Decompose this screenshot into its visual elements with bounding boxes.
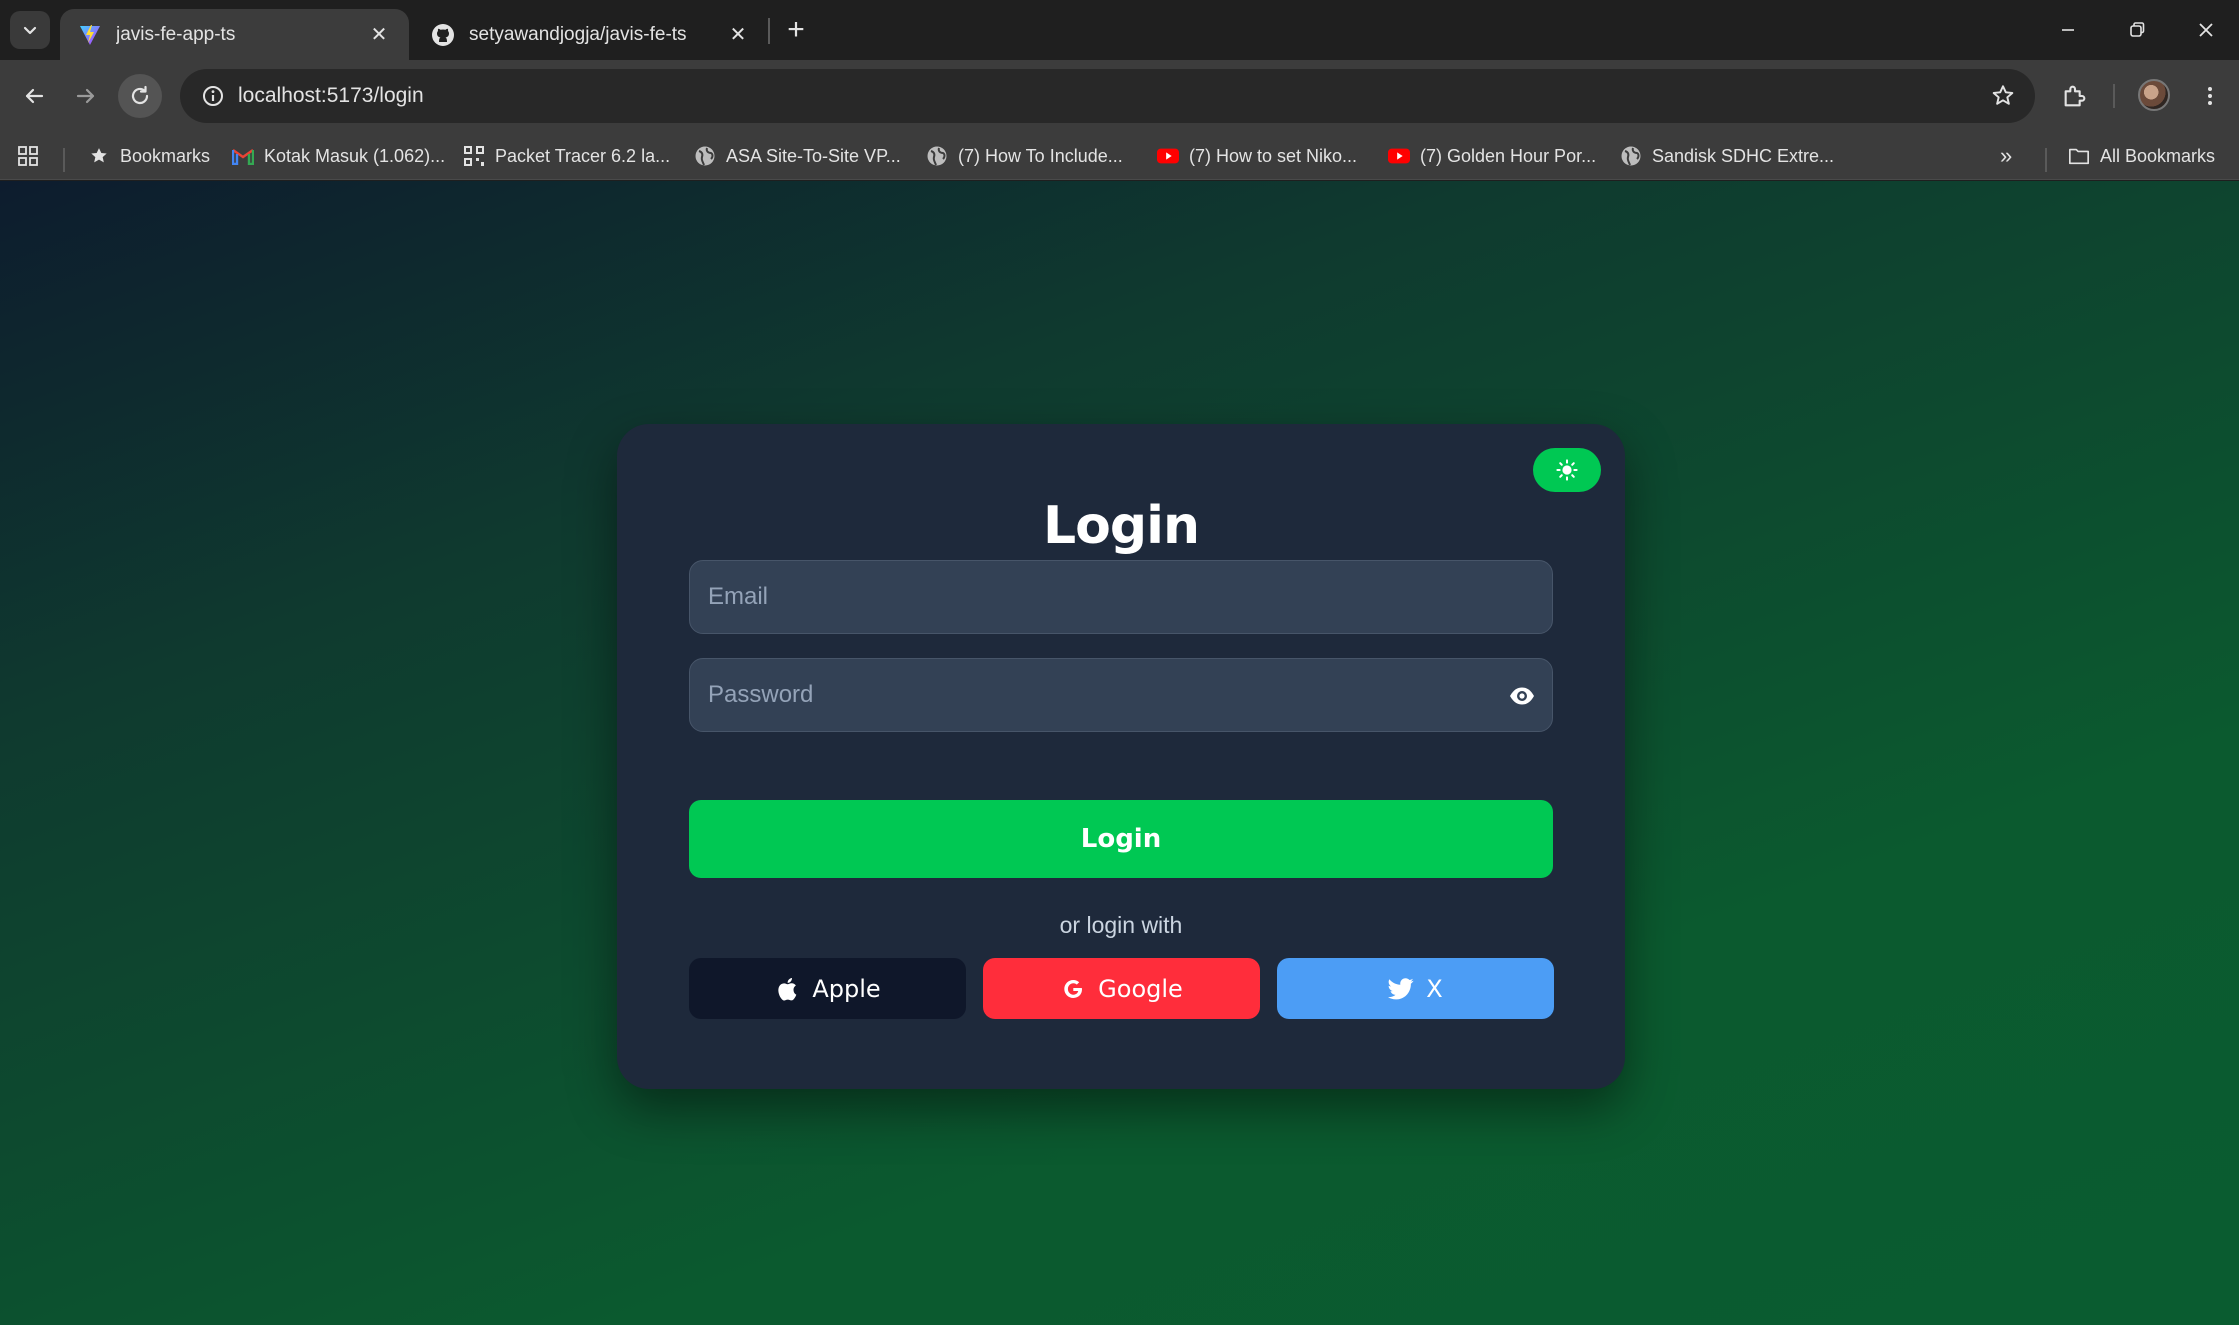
youtube-icon [1157, 145, 1179, 167]
puzzle-icon [2064, 85, 2086, 107]
bookmark-item[interactable]: Bookmarks [88, 140, 210, 172]
profile-avatar[interactable] [2138, 79, 2170, 111]
menu-button[interactable] [2192, 78, 2228, 114]
apps-grid-icon [18, 146, 38, 166]
back-button[interactable] [12, 74, 56, 118]
bookmark-label: (7) How To Include... [958, 145, 1123, 166]
restore-button[interactable] [2117, 10, 2157, 50]
globe-icon [926, 145, 948, 167]
all-bookmarks-label: All Bookmarks [2100, 145, 2216, 166]
bookmark-label: (7) Golden Hour Por... [1420, 145, 1597, 166]
star-icon [88, 145, 110, 167]
x-login-button[interactable]: X [1277, 958, 1554, 1019]
browser-toolbar: localhost:5173/login [0, 60, 2239, 132]
tab-separator [768, 18, 770, 44]
tab-title: javis-fe-app-ts [116, 23, 236, 45]
apple-icon [774, 976, 800, 1002]
twitter-icon [1388, 976, 1414, 1002]
login-title: Login [1043, 496, 1200, 556]
apple-login-label: Apple [812, 974, 881, 1003]
google-icon [1060, 976, 1086, 1002]
tab-close-icon[interactable]: ✕ [367, 23, 391, 47]
bookmark-label: Packet Tracer 6.2 la... [495, 145, 671, 166]
close-icon [2199, 23, 2213, 37]
eye-icon[interactable] [1508, 683, 1536, 709]
tab-title: setyawandjogja/javis-fe-ts [469, 23, 687, 45]
reload-icon [131, 85, 149, 105]
social-divider-text: or login with [1059, 912, 1183, 938]
github-icon [431, 23, 455, 47]
folder-icon [2068, 145, 2090, 167]
qr-icon [463, 145, 485, 167]
apps-button[interactable] [16, 140, 40, 172]
tab-close-icon[interactable]: ✕ [726, 23, 750, 47]
bookmark-star-icon[interactable] [1989, 82, 2017, 110]
email-input[interactable] [708, 583, 1534, 611]
more-vert-icon [2208, 87, 2212, 105]
sun-icon [1556, 459, 1578, 481]
apple-login-button[interactable]: Apple [689, 958, 966, 1019]
extensions-button[interactable] [2057, 78, 2093, 114]
bookmark-item[interactable]: Sandisk SDHC Extre... [1620, 140, 1834, 172]
all-bookmarks-button[interactable]: All Bookmarks [2068, 140, 2215, 172]
bookmark-item[interactable]: (7) Golden Hour Por... [1388, 140, 1596, 172]
address-bar[interactable]: localhost:5173/login [180, 69, 2035, 123]
bookmarks-separator [2045, 148, 2047, 172]
bookmark-label: (7) How to set Niko... [1189, 145, 1358, 166]
globe-icon [1620, 145, 1642, 167]
globe-icon [694, 145, 716, 167]
bookmark-label: Bookmarks [120, 145, 211, 166]
site-info-icon[interactable] [188, 69, 238, 123]
bookmark-item[interactable]: Kotak Masuk (1.062)... [232, 140, 445, 172]
reload-button[interactable] [118, 74, 162, 118]
close-window-button[interactable] [2186, 10, 2226, 50]
password-input[interactable] [708, 681, 1534, 709]
page-background: Login Login or login with Apple Google [0, 181, 2239, 1325]
bookmark-item[interactable]: ASA Site-To-Site VP... [694, 140, 901, 172]
password-field-wrapper [689, 658, 1553, 732]
google-login-label: Google [1098, 974, 1183, 1003]
email-field-wrapper [689, 560, 1553, 634]
x-login-label: X [1426, 974, 1443, 1003]
arrow-left-icon [25, 88, 44, 104]
forward-button[interactable] [64, 74, 108, 118]
new-tab-button[interactable]: + [780, 13, 812, 46]
url-text[interactable]: localhost:5173/login [238, 84, 424, 108]
bookmark-item[interactable]: (7) How To Include... [926, 140, 1123, 172]
google-login-button[interactable]: Google [983, 958, 1260, 1019]
youtube-icon [1388, 145, 1410, 167]
bookmarks-separator [63, 148, 65, 172]
vite-icon [78, 23, 102, 47]
minimize-button[interactable] [2048, 10, 2088, 50]
tab-search-button[interactable] [10, 11, 50, 49]
url-path: :5173/login [320, 84, 424, 107]
gmail-icon [232, 145, 254, 167]
login-submit-button[interactable]: Login [689, 800, 1553, 878]
minimize-icon [2062, 29, 2074, 31]
bookmark-label: Sandisk SDHC Extre... [1652, 145, 1835, 166]
tab-strip: javis-fe-app-ts ✕ setyawandjogja/javis-f… [0, 0, 2239, 60]
bookmark-item[interactable]: (7) How to set Niko... [1157, 140, 1357, 172]
arrow-right-icon [76, 88, 95, 104]
chevron-down-icon [23, 26, 37, 35]
bookmark-label: Kotak Masuk (1.062)... [264, 145, 446, 166]
bookmarks-overflow-button[interactable]: » [2000, 140, 2012, 172]
login-card: Login Login or login with Apple Google [617, 424, 1625, 1089]
theme-toggle-button[interactable] [1533, 448, 1601, 492]
toolbar-separator [2113, 84, 2115, 108]
url-host: localhost [238, 84, 321, 107]
bookmark-label: ASA Site-To-Site VP... [726, 145, 901, 166]
tab-javis-fe-app[interactable]: javis-fe-app-ts ✕ [60, 9, 409, 60]
tab-github-repo[interactable]: setyawandjogja/javis-fe-ts ✕ [413, 9, 768, 60]
restore-icon [2130, 22, 2145, 37]
bookmark-item[interactable]: Packet Tracer 6.2 la... [463, 140, 670, 172]
bookmarks-bar: Bookmarks Kotak Masuk (1.062)... Packet … [0, 132, 2239, 180]
